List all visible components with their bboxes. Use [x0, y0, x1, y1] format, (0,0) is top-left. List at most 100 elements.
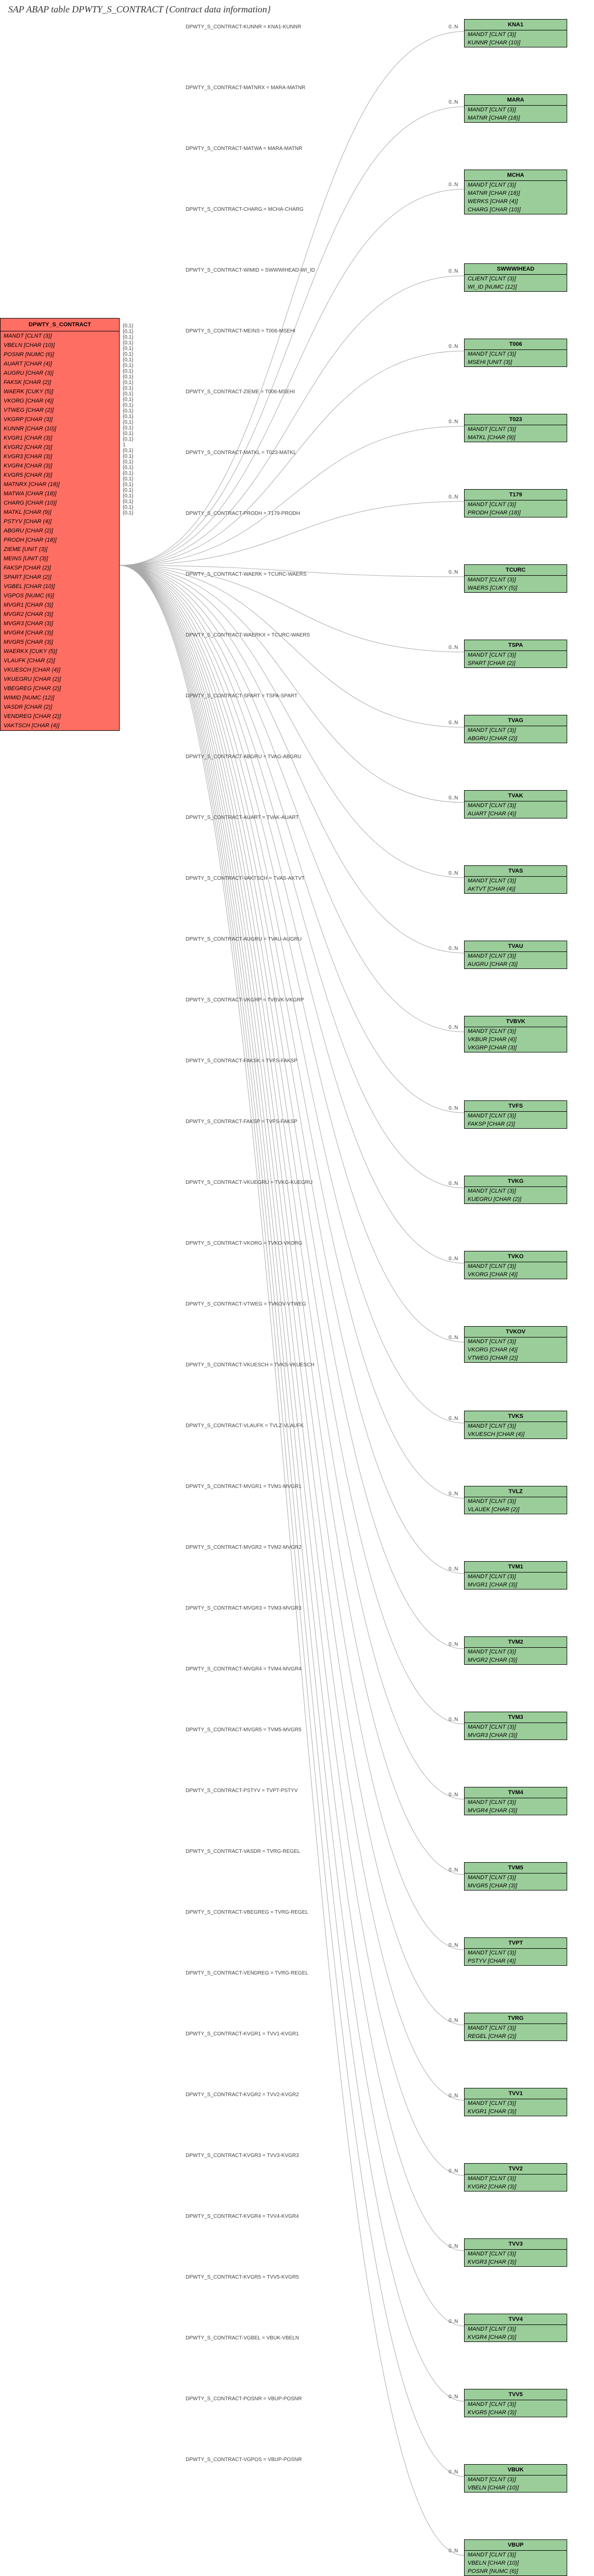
- cardinality-right: 0..N: [449, 871, 458, 876]
- ref-field: VKORG [CHAR (4)]: [465, 1270, 567, 1279]
- ref-field: MANDT [CLNT (3)]: [465, 952, 567, 960]
- ref-field: VTWEG [CHAR (2)]: [465, 1354, 567, 1362]
- ref-table: TVAKMANDT [CLNT (3)]AUART [CHAR (4)]: [464, 790, 567, 818]
- main-field: KVGR1 [CHAR (3)]: [1, 433, 119, 443]
- relation-label: DPWTY_S_CONTRACT-SPART = TSPA-SPART: [186, 693, 298, 699]
- ref-table: TVAUMANDT [CLNT (3)]AUGRU [CHAR (3)]: [464, 941, 567, 969]
- ref-table: TVV4MANDT [CLNT (3)]KVGR4 [CHAR (3)]: [464, 2314, 567, 2342]
- ref-table-header: TVM4: [465, 1787, 567, 1798]
- main-field: MVGR2 [CHAR (3)]: [1, 610, 119, 619]
- diagram-canvas: DPWTY_S_CONTRACTMANDT [CLNT (3)]VBELN [C…: [0, 19, 594, 2545]
- ref-field: REGEL [CHAR (2)]: [465, 2032, 567, 2040]
- ref-table-header: TVV2: [465, 2164, 567, 2174]
- ref-field: VBELN [CHAR (10)]: [465, 2559, 567, 2567]
- main-field: VAKTSCH [CHAR (4)]: [1, 721, 119, 730]
- ref-field: AUGRU [CHAR (3)]: [465, 960, 567, 968]
- ref-table-header: TVAK: [465, 791, 567, 801]
- ref-table-header: KNA1: [465, 20, 567, 30]
- main-field: VGBEL [CHAR (10)]: [1, 582, 119, 591]
- main-field: MEINS [UNIT (3)]: [1, 554, 119, 563]
- ref-field: MANDT [CLNT (3)]: [465, 2250, 567, 2258]
- page-title: SAP ABAP table DPWTY_S_CONTRACT {Contrac…: [0, 0, 594, 19]
- main-field: VKGRP [CHAR (3)]: [1, 415, 119, 424]
- cardinality-right: 0..N: [449, 1181, 458, 1186]
- main-field: PSTYV [CHAR (4)]: [1, 517, 119, 526]
- ref-field: MANDT [CLNT (3)]: [465, 30, 567, 39]
- ref-table-header: MCHA: [465, 170, 567, 181]
- cardinality-left: {0,1}: [123, 488, 134, 493]
- ref-table: TSPAMANDT [CLNT (3)]SPART [CHAR (2)]: [464, 640, 567, 668]
- relation-label: DPWTY_S_CONTRACT-KUNNR = KNA1-KUNNR: [186, 24, 301, 30]
- ref-field: POSNR [NUMC (6)]: [465, 2567, 567, 2575]
- cardinality-right: 0..N: [449, 24, 458, 30]
- ref-table: TVLZMANDT [CLNT (3)]VLAUEK [CHAR (2)]: [464, 1486, 567, 1514]
- ref-table: TVKOMANDT [CLNT (3)]VKORG [CHAR (4)]: [464, 1251, 567, 1279]
- cardinality-left-cluster: {0,1}{0,1}{0,1}{0,1}{0,1}{0,1}{0,1}{0,1}…: [123, 323, 134, 516]
- ref-field: MANDT [CLNT (3)]: [465, 2551, 567, 2559]
- relation-label: DPWTY_S_CONTRACT-MATNRX = MARA-MATNR: [186, 85, 305, 91]
- ref-field: KVGR2 [CHAR (3)]: [465, 2183, 567, 2191]
- ref-field: MANDT [CLNT (3)]: [465, 2099, 567, 2107]
- relation-label: DPWTY_S_CONTRACT-ABGRU = TVAG-ABGRU: [186, 754, 301, 760]
- cardinality-left: {0,1}: [123, 369, 134, 374]
- main-field: KVGR3 [CHAR (3)]: [1, 452, 119, 461]
- ref-table-header: TVAU: [465, 941, 567, 952]
- ref-field: MANDT [CLNT (3)]: [465, 1422, 567, 1430]
- main-field: VASDR [CHAR (2)]: [1, 702, 119, 712]
- cardinality-right: 0..N: [449, 182, 458, 188]
- ref-table: MCHAMANDT [CLNT (3)]MATNR [CHAR (18)]WER…: [464, 170, 567, 214]
- main-field: VENDREG [CHAR (2)]: [1, 712, 119, 721]
- relation-label: DPWTY_S_CONTRACT-AUART = TVAK-AUART: [186, 815, 299, 821]
- ref-field: MANDT [CLNT (3)]: [465, 350, 567, 358]
- main-field: VBEGREG [CHAR (2)]: [1, 684, 119, 693]
- cardinality-right: 0..N: [449, 344, 458, 349]
- ref-field: KVGR5 [CHAR (3)]: [465, 2408, 567, 2417]
- ref-table-header: TVM2: [465, 1637, 567, 1648]
- cardinality-right: 0..N: [449, 946, 458, 951]
- cardinality-right: 0..N: [449, 494, 458, 500]
- cardinality-left: 1: [123, 442, 134, 448]
- main-field: KVGR4 [CHAR (3)]: [1, 461, 119, 471]
- ref-field: MVGR4 [CHAR (3)]: [465, 1806, 567, 1815]
- cardinality-left: {0,1}: [123, 459, 134, 465]
- cardinality-left: {0,1}: [123, 408, 134, 414]
- relation-label: DPWTY_S_CONTRACT-POSNR = VBUP-POSNR: [186, 2396, 302, 2402]
- ref-field: MANDT [CLNT (3)]: [465, 1648, 567, 1656]
- main-field: VBELN [CHAR (10)]: [1, 341, 119, 350]
- cardinality-left: {0,1}: [123, 340, 134, 346]
- ref-field: VKGRP [CHAR (3)]: [465, 1044, 567, 1052]
- relation-label: DPWTY_S_CONTRACT-VGPOS = VBUP-POSNR: [186, 2457, 302, 2463]
- ref-table: VBUPMANDT [CLNT (3)]VBELN [CHAR (10)]POS…: [464, 2539, 567, 2576]
- main-field: WIMID [NUMC (12)]: [1, 693, 119, 702]
- ref-field: MANDT [CLNT (3)]: [465, 2325, 567, 2333]
- cardinality-right: 0..N: [449, 1566, 458, 1572]
- cardinality-right: 0..N: [449, 2548, 458, 2554]
- ref-table: TVBVKMANDT [CLNT (3)]VKBUR [CHAR (4)]VKG…: [464, 1016, 567, 1052]
- relation-label: DPWTY_S_CONTRACT-VLAUFK = TVLZ-VLAUFK: [186, 1423, 304, 1429]
- main-field: VTWEG [CHAR (2)]: [1, 406, 119, 415]
- ref-table-header: TVM3: [465, 1712, 567, 1723]
- ref-table-header: TVAG: [465, 715, 567, 726]
- main-field: VGPOS [NUMC (6)]: [1, 591, 119, 600]
- ref-field: MANDT [CLNT (3)]: [465, 1262, 567, 1270]
- relation-label: DPWTY_S_CONTRACT-MVGR5 = TVM5-MVGR5: [186, 1727, 302, 1733]
- cardinality-left: {0,1}: [123, 499, 134, 505]
- ref-field: MANDT [CLNT (3)]: [465, 2475, 567, 2484]
- relation-label: DPWTY_S_CONTRACT-VASDR = TVRG-REGEL: [186, 1849, 300, 1854]
- cardinality-right: 0..N: [449, 2469, 458, 2475]
- ref-field: AKTVT [CHAR (4)]: [465, 885, 567, 893]
- relation-label: DPWTY_S_CONTRACT-MVGR3 = TVM3-MVGR3: [186, 1605, 302, 1611]
- main-table: DPWTY_S_CONTRACTMANDT [CLNT (3)]VBELN [C…: [0, 318, 120, 731]
- relation-label: DPWTY_S_CONTRACT-KVGR3 = TVV3-KVGR3: [186, 2153, 299, 2159]
- main-field: WAERK [CUKY (5)]: [1, 387, 119, 396]
- ref-field: MANDT [CLNT (3)]: [465, 1949, 567, 1957]
- main-field: PRODH [CHAR (18)]: [1, 536, 119, 545]
- ref-table-header: T179: [465, 490, 567, 500]
- main-field: ABGRU [CHAR (2)]: [1, 526, 119, 536]
- ref-table-header: TVPT: [465, 1938, 567, 1949]
- relation-label: DPWTY_S_CONTRACT-MATKL = T023-MATKL: [186, 450, 296, 456]
- main-field: KVGR2 [CHAR (3)]: [1, 443, 119, 452]
- ref-table: TVM2MANDT [CLNT (3)]MVGR2 [CHAR (3)]: [464, 1636, 567, 1665]
- cardinality-left: {0,1}: [123, 363, 134, 369]
- ref-table-header: TVBVK: [465, 1016, 567, 1027]
